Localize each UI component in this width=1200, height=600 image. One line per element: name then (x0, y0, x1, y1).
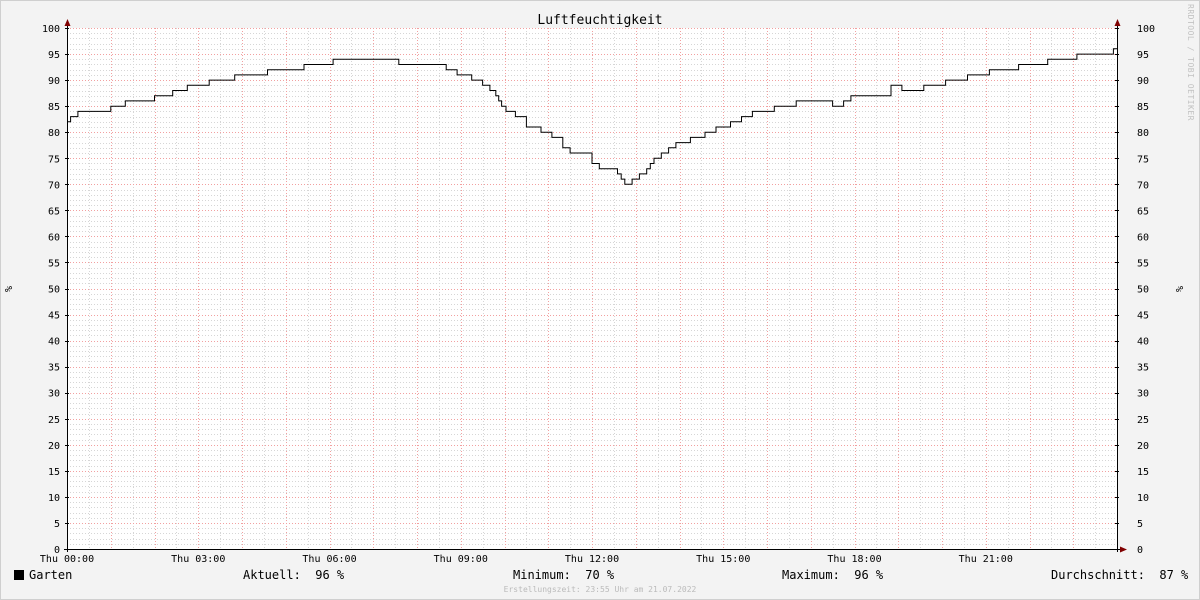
y-tick-label-left: 35 (48, 363, 60, 374)
x-axis-arrow-icon (1120, 546, 1127, 553)
chart-title: Luftfeuchtigkeit (537, 13, 662, 28)
y-tick-label-right: 25 (1137, 415, 1149, 426)
legend-series: Garten (14, 568, 72, 582)
y-tick-label-right: 100 (1137, 24, 1155, 35)
legend-min-value: 70 % (585, 568, 615, 582)
y-axis-right-arrow-icon (1114, 19, 1121, 26)
y-tick-label-left: 75 (48, 154, 60, 165)
legend-avg-value: 87 % (1159, 568, 1189, 582)
footer-timestamp: Erstellungszeit: 23:55 Uhr am 21.07.2022 (503, 585, 697, 594)
y-tick-label-left: 55 (48, 258, 60, 269)
x-tick-label: Thu 03:00 (171, 554, 225, 565)
y-axis-label-left: % (4, 286, 15, 292)
y-tick-label-left: 60 (48, 232, 60, 243)
y-tick-label-right: 45 (1137, 311, 1149, 322)
y-tick-label-right: 10 (1137, 493, 1149, 504)
y-tick-label-right: 60 (1137, 232, 1149, 243)
legend-min-label: Minimum: (513, 568, 571, 582)
y-tick-label-left: 65 (48, 206, 60, 217)
y-tick-label-left: 90 (48, 76, 60, 87)
y-tick-label-right: 90 (1137, 76, 1149, 87)
y-tick-label-right: 85 (1137, 102, 1149, 113)
y-tick-label-left: 70 (48, 180, 60, 191)
legend-max-value: 96 % (854, 568, 884, 582)
y-tick-label-left: 15 (48, 467, 60, 478)
legend-minimum: Minimum: 70 % (513, 568, 614, 582)
y-axis-left-arrow-icon (64, 19, 71, 26)
legend-average: Durchschnitt: 87 % (1051, 568, 1188, 582)
y-tick-label-left: 25 (48, 415, 60, 426)
y-tick-label-right: 65 (1137, 206, 1149, 217)
x-tick-label: Thu 18:00 (827, 554, 881, 565)
x-tick-label: Thu 00:00 (40, 554, 94, 565)
x-tick-label: Thu 12:00 (565, 554, 619, 565)
legend-current: Aktuell: 96 % (243, 568, 344, 582)
x-tick-label: Thu 09:00 (434, 554, 488, 565)
legend-max-label: Maximum: (782, 568, 840, 582)
x-tick-label: Thu 21:00 (959, 554, 1013, 565)
y-tick-label-right: 20 (1137, 441, 1149, 452)
legend-swatch (14, 570, 24, 580)
y-tick-label-left: 20 (48, 441, 60, 452)
y-tick-label-right: 0 (1137, 545, 1143, 556)
legend-maximum: Maximum: 96 % (782, 568, 883, 582)
y-tick-label-left: 85 (48, 102, 60, 113)
y-tick-label-right: 30 (1137, 389, 1149, 400)
legend-current-label: Aktuell: (243, 568, 301, 582)
x-tick-label: Thu 15:00 (696, 554, 750, 565)
y-tick-label-left: 5 (54, 519, 60, 530)
y-tick-label-left: 80 (48, 128, 60, 139)
y-tick-label-left: 95 (48, 50, 60, 61)
x-tick-label: Thu 06:00 (302, 554, 356, 565)
y-tick-label-right: 5 (1137, 519, 1143, 530)
y-tick-label-right: 80 (1137, 128, 1149, 139)
y-tick-label-right: 50 (1137, 285, 1149, 296)
y-tick-label-right: 40 (1137, 337, 1149, 348)
legend-current-value: 96 % (315, 568, 345, 582)
y-tick-label-left: 100 (42, 24, 60, 35)
y-tick-label-left: 45 (48, 311, 60, 322)
legend-avg-label: Durchschnitt: (1051, 568, 1145, 582)
y-tick-label-left: 40 (48, 337, 60, 348)
y-tick-label-right: 15 (1137, 467, 1149, 478)
watermark: RRDTOOL / TOBI OETIKER (1186, 4, 1195, 121)
chart-area: 0 05 510 1015 1520 2025 2530 3035 3540 4045 4550 50… (4, 13, 1184, 565)
y-tick-label-left: 50 (48, 285, 60, 296)
y-tick-label-right: 75 (1137, 154, 1149, 165)
y-tick-label-left: 30 (48, 389, 60, 400)
y-tick-label-right: 95 (1137, 50, 1149, 61)
y-tick-label-left: 10 (48, 493, 60, 504)
y-tick-label-right: 35 (1137, 363, 1149, 374)
legend-series-name: Garten (29, 568, 73, 582)
y-tick-label-right: 70 (1137, 180, 1149, 191)
y-axis-label-right: % (1173, 286, 1184, 292)
y-tick-label-right: 55 (1137, 258, 1149, 269)
